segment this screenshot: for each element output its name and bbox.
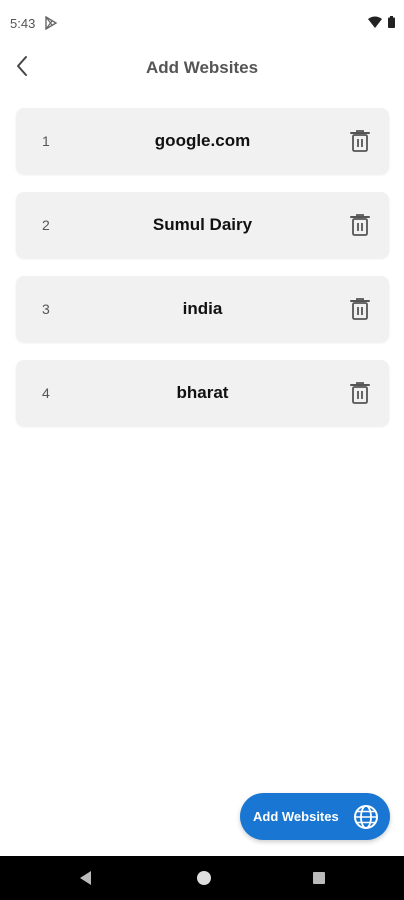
battery-icon [388,16,395,28]
trash-icon [350,130,370,152]
website-index: 4 [42,385,50,401]
website-label: Sumul Dairy [152,215,253,234]
trash-icon [350,214,370,236]
trash-icon [350,382,370,404]
status-bar: 5:43 [0,0,404,44]
app-bar: Add Websites [0,44,404,90]
add-websites-button[interactable]: Add Websites [240,793,390,840]
website-index: 2 [42,217,50,233]
system-nav-bar [0,856,404,900]
website-index: 3 [42,301,50,317]
delete-button[interactable] [345,126,375,156]
wifi-icon [368,16,382,28]
status-time: 5:43 [10,16,36,31]
trash-icon [350,298,370,320]
delete-button[interactable] [345,210,375,240]
website-card[interactable]: 1 google.com [16,108,389,174]
globe-icon [354,805,378,829]
add-websites-label: Add Websites [253,809,339,824]
play-store-icon [45,16,58,30]
delete-button[interactable] [345,378,375,408]
page-title: Add Websites [145,58,259,77]
website-card[interactable]: 3 india [16,276,389,342]
website-card[interactable]: 4 bharat [16,360,389,426]
website-label: bharat [176,383,229,402]
website-label: india [182,299,223,318]
recents-square-icon[interactable] [309,868,329,888]
back-triangle-icon[interactable] [76,868,96,888]
website-card[interactable]: 2 Sumul Dairy [16,192,389,258]
website-list: 1 google.com 2 Sumul Dairy 3 india 4 bha… [16,108,389,444]
delete-button[interactable] [345,294,375,324]
website-label: google.com [154,131,251,150]
home-circle-icon[interactable] [194,868,214,888]
website-index: 1 [42,133,50,149]
